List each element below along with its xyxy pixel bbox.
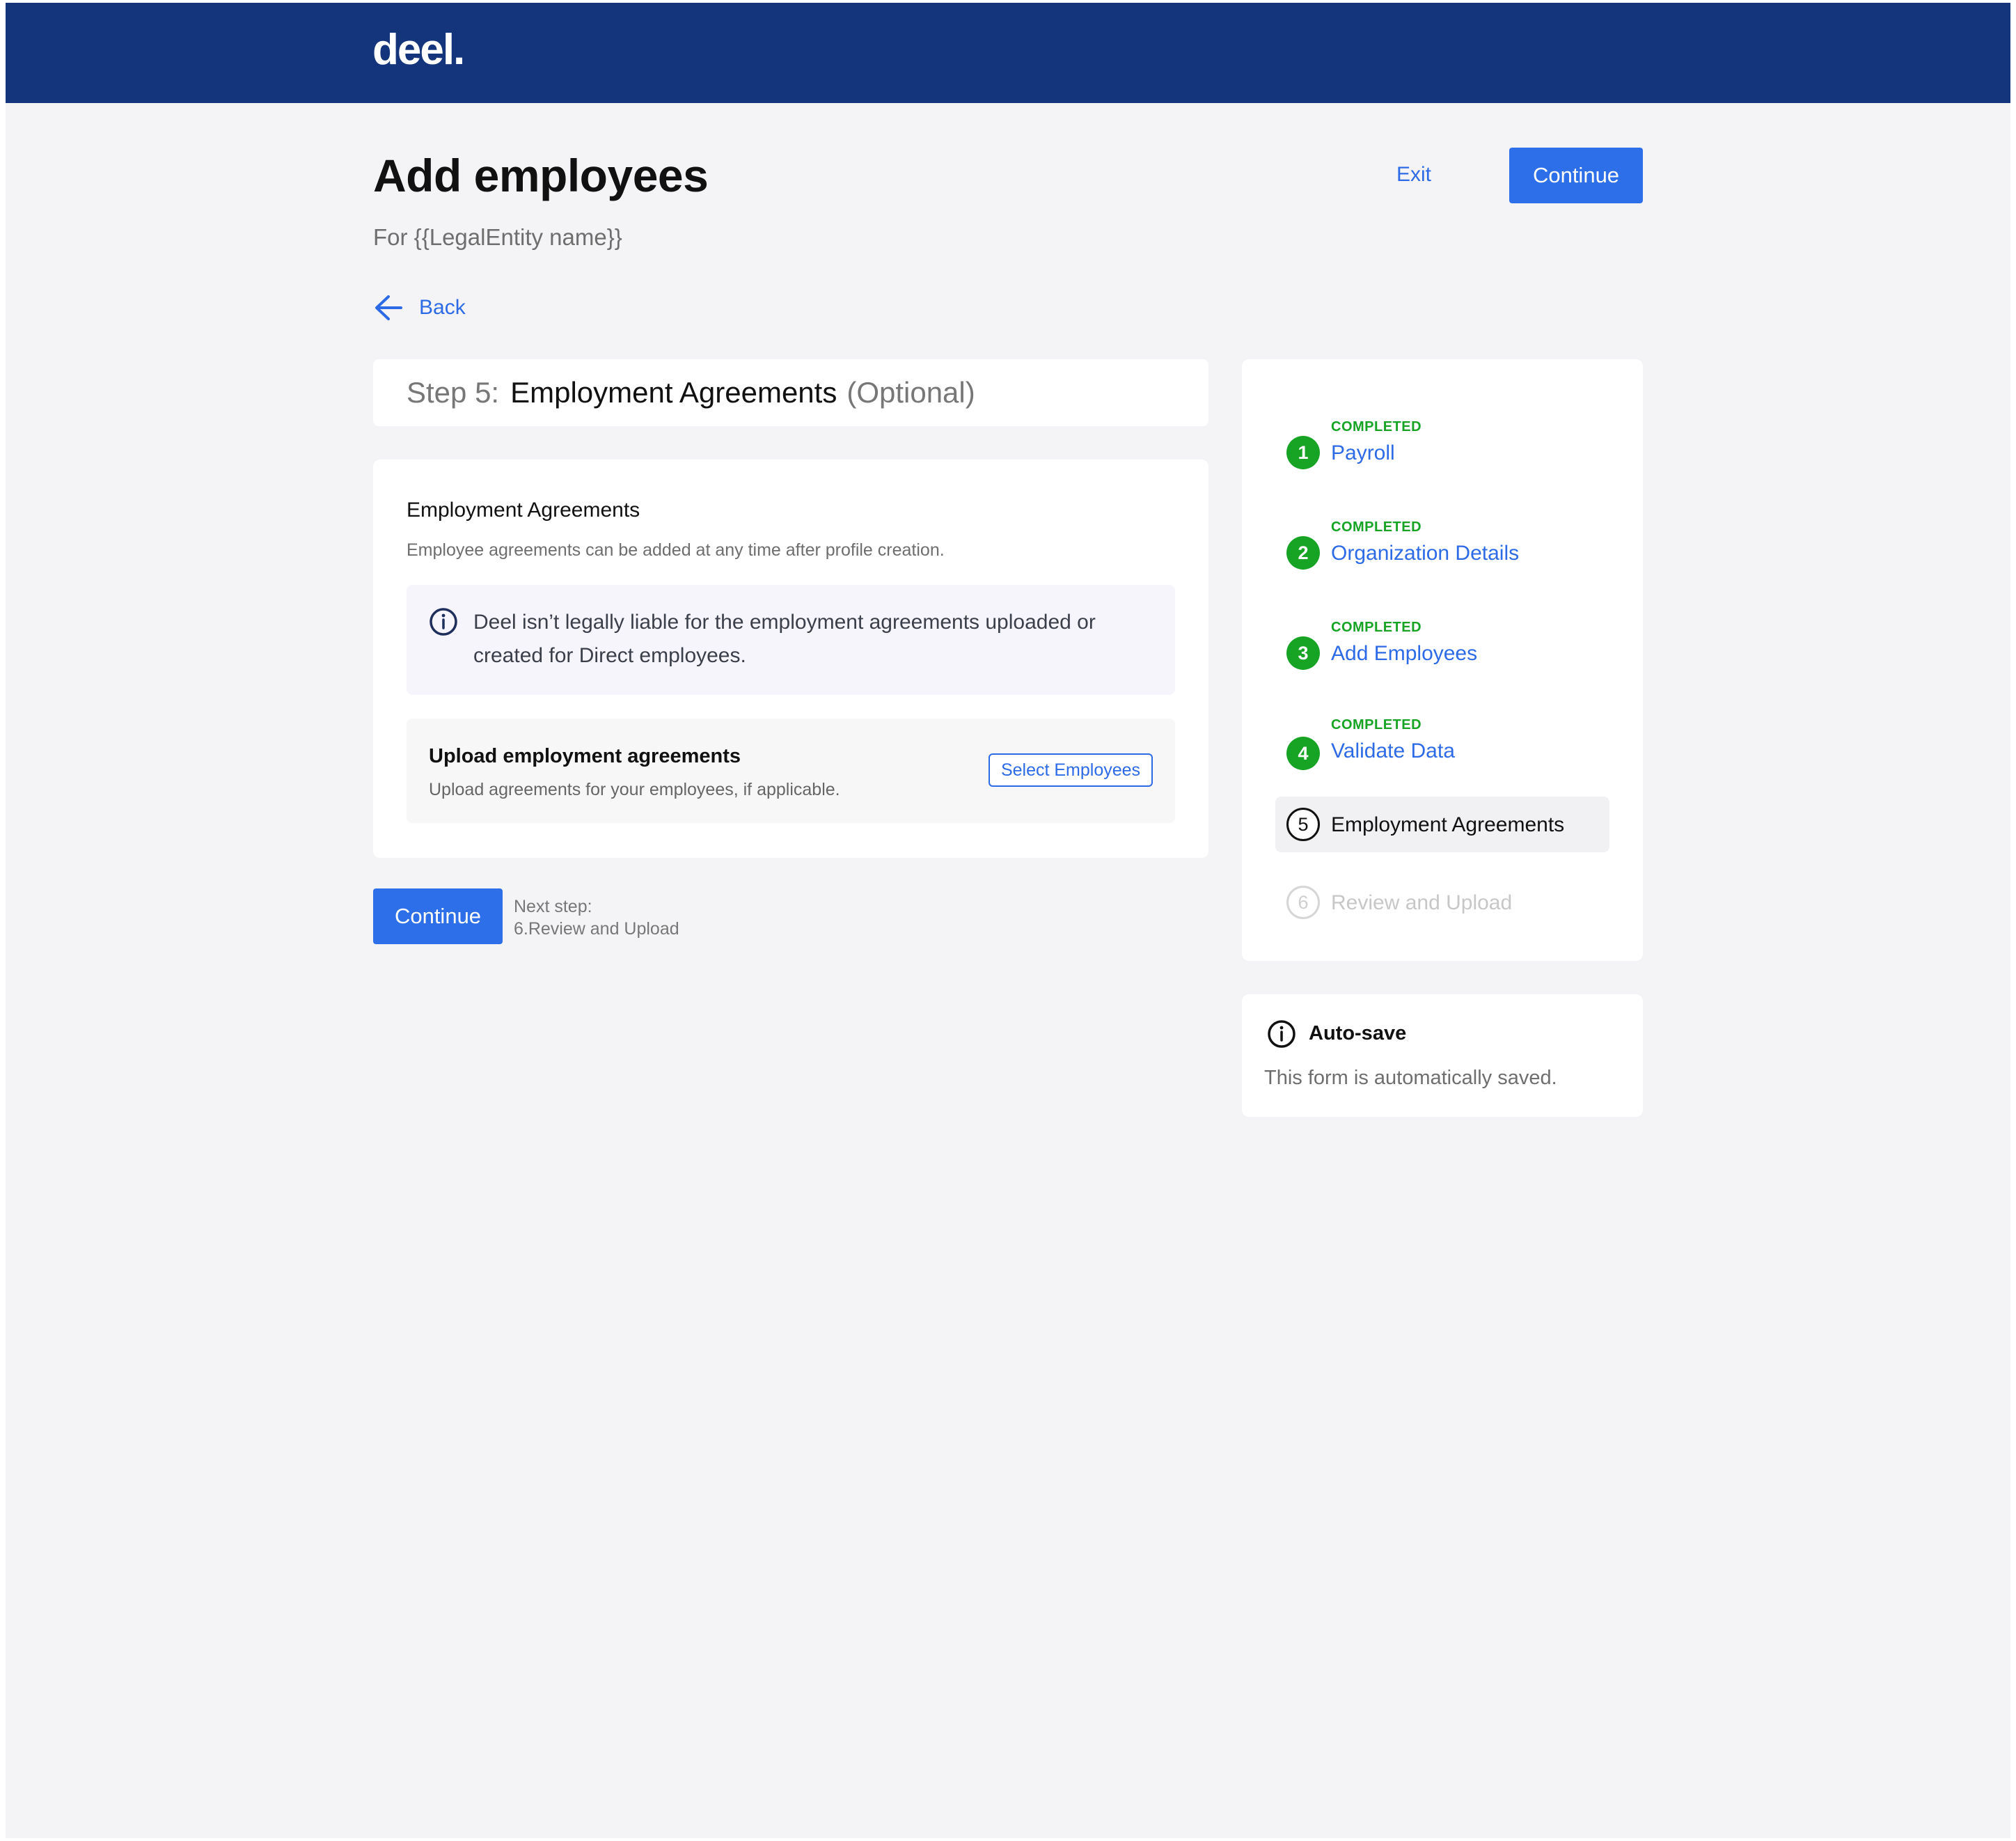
autosave-title: Auto-save xyxy=(1309,1022,1407,1044)
step-number-badge: 1 xyxy=(1286,436,1320,469)
exit-button[interactable]: Exit xyxy=(1396,163,1431,187)
autosave-card: Auto-save This form is automatically sav… xyxy=(1242,994,1643,1117)
card-title: Employment Agreements xyxy=(407,499,640,522)
continue-button-bottom[interactable]: Continue xyxy=(373,888,503,944)
step-status: COMPLETED xyxy=(1331,519,1422,535)
autosave-description: This form is automatically saved. xyxy=(1264,1067,1557,1089)
back-link[interactable]: Back xyxy=(373,294,466,322)
step-status: COMPLETED xyxy=(1331,717,1422,733)
page-title: Add employees xyxy=(373,150,709,201)
progress-stepper: 1 COMPLETED Payroll 2 COMPLETED Organiza… xyxy=(1242,359,1643,961)
top-navigation-bar: deel. xyxy=(6,3,2010,103)
upload-title: Upload employment agreements xyxy=(429,745,741,767)
step-optional-tag: (Optional) xyxy=(846,376,975,409)
card-description: Employee agreements can be added at any … xyxy=(407,540,945,560)
step-label: Organization Details xyxy=(1331,542,1520,565)
page-background: deel. Add employees For {{LegalEntity na… xyxy=(6,3,2010,1838)
page-subtitle: For {{LegalEntity name}} xyxy=(373,224,622,250)
step-label: Employment Agreements xyxy=(1331,813,1565,836)
step-number-badge: 3 xyxy=(1286,636,1320,670)
step-label: Payroll xyxy=(1331,441,1395,464)
liability-info-banner: Deel isn’t legally liable for the employ… xyxy=(407,585,1175,695)
step-label: Add Employees xyxy=(1331,642,1478,665)
step-number-badge: 6 xyxy=(1286,886,1320,919)
info-circle-icon xyxy=(1268,1020,1296,1048)
step-number-badge: 5 xyxy=(1286,808,1320,841)
info-banner-text: Deel isn’t legally liable for the employ… xyxy=(473,611,1096,667)
next-step-value: 6.Review and Upload xyxy=(514,919,679,939)
step-number-badge: 2 xyxy=(1286,536,1320,570)
back-label: Back xyxy=(419,296,466,319)
continue-button-top[interactable]: Continue xyxy=(1509,148,1643,203)
next-step-label: Next step: xyxy=(514,897,592,916)
step-status: COMPLETED xyxy=(1331,419,1422,434)
step-status: COMPLETED xyxy=(1331,620,1422,635)
employment-agreements-card: Employment Agreements Employee agreement… xyxy=(373,460,1208,858)
upload-description: Upload agreements for your employees, if… xyxy=(429,780,840,799)
deel-logo[interactable]: deel. xyxy=(372,25,465,75)
arrow-left-icon xyxy=(375,295,402,320)
step-number-badge: 4 xyxy=(1286,737,1320,770)
info-circle-icon xyxy=(430,608,457,636)
step-label: Review and Upload xyxy=(1331,891,1513,914)
step-header: Step 5: Employment Agreements (Optional) xyxy=(373,359,1208,426)
next-step-hint: Next step: 6.Review and Upload xyxy=(514,895,679,940)
upload-agreements-section: Upload employment agreements Upload agre… xyxy=(407,719,1175,823)
step-name: Employment Agreements xyxy=(510,376,837,409)
select-employees-button[interactable]: Select Employees xyxy=(989,753,1153,787)
step-number: Step 5: xyxy=(407,376,500,409)
step-label: Validate Data xyxy=(1331,739,1455,762)
